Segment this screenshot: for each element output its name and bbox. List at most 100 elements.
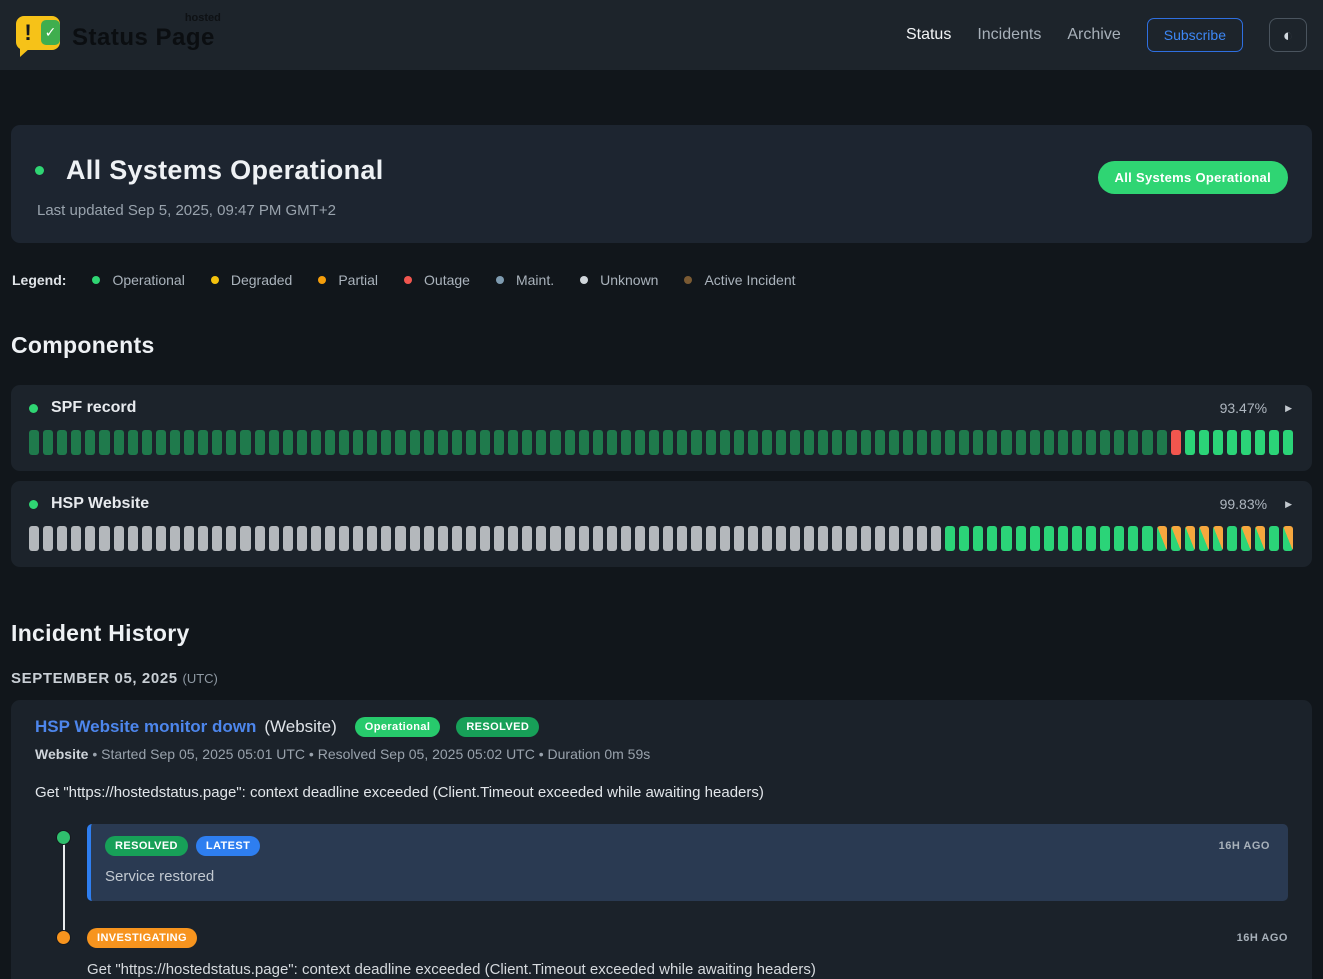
uptime-bar[interactable] — [1086, 430, 1096, 455]
uptime-bar[interactable] — [114, 526, 124, 551]
uptime-bar[interactable] — [1142, 526, 1152, 551]
uptime-bar[interactable] — [790, 430, 800, 455]
uptime-bar[interactable] — [156, 430, 166, 455]
uptime-bar[interactable] — [663, 526, 673, 551]
uptime-bar[interactable] — [677, 430, 687, 455]
uptime-bar[interactable] — [522, 430, 532, 455]
uptime-bar[interactable] — [424, 430, 434, 455]
uptime-bar[interactable] — [649, 526, 659, 551]
uptime-bar[interactable] — [198, 526, 208, 551]
nav-status[interactable]: Status — [906, 26, 951, 44]
uptime-bar[interactable] — [1171, 430, 1181, 455]
uptime-bar[interactable] — [325, 526, 335, 551]
uptime-bar[interactable] — [480, 430, 490, 455]
uptime-bar[interactable] — [1044, 430, 1054, 455]
uptime-bar[interactable] — [424, 526, 434, 551]
uptime-bar[interactable] — [846, 430, 856, 455]
uptime-bar[interactable] — [1016, 526, 1026, 551]
uptime-bar[interactable] — [720, 526, 730, 551]
uptime-bar[interactable] — [1114, 526, 1124, 551]
uptime-bar[interactable] — [156, 526, 166, 551]
uptime-bar[interactable] — [945, 430, 955, 455]
uptime-bar[interactable] — [395, 430, 405, 455]
uptime-bar[interactable] — [987, 430, 997, 455]
uptime-bar[interactable] — [128, 526, 138, 551]
uptime-bar[interactable] — [184, 526, 194, 551]
uptime-bar[interactable] — [1016, 430, 1026, 455]
uptime-bar[interactable] — [1058, 526, 1068, 551]
uptime-bar[interactable] — [1283, 526, 1293, 551]
uptime-bar[interactable] — [480, 526, 490, 551]
incident-title-link[interactable]: HSP Website monitor down — [35, 717, 256, 737]
uptime-bar[interactable] — [1171, 526, 1181, 551]
uptime-bar[interactable] — [198, 430, 208, 455]
uptime-bar[interactable] — [508, 526, 518, 551]
uptime-bar[interactable] — [832, 430, 842, 455]
uptime-bar[interactable] — [691, 526, 701, 551]
uptime-bar[interactable] — [861, 526, 871, 551]
uptime-bar[interactable] — [875, 430, 885, 455]
expand-arrow-icon[interactable]: ▶ — [1283, 497, 1294, 512]
uptime-bar[interactable] — [931, 430, 941, 455]
uptime-bar[interactable] — [255, 430, 265, 455]
uptime-bar[interactable] — [494, 430, 504, 455]
uptime-bar[interactable] — [438, 526, 448, 551]
uptime-bar[interactable] — [691, 430, 701, 455]
uptime-bar[interactable] — [142, 526, 152, 551]
uptime-bar[interactable] — [1001, 526, 1011, 551]
uptime-bar[interactable] — [1199, 526, 1209, 551]
uptime-bar[interactable] — [57, 430, 67, 455]
uptime-bar[interactable] — [1227, 526, 1237, 551]
nav-incidents[interactable]: Incidents — [977, 26, 1041, 44]
uptime-bar[interactable] — [677, 526, 687, 551]
uptime-bar[interactable] — [973, 430, 983, 455]
expand-arrow-icon[interactable]: ▶ — [1283, 401, 1294, 416]
uptime-bar[interactable] — [226, 526, 236, 551]
brand[interactable]: ! ✓ Status Page hosted — [16, 14, 215, 56]
uptime-bar[interactable] — [1100, 430, 1110, 455]
uptime-bar[interactable] — [85, 526, 95, 551]
uptime-bar[interactable] — [367, 526, 377, 551]
uptime-bar[interactable] — [762, 430, 772, 455]
uptime-bar[interactable] — [818, 430, 828, 455]
uptime-bar[interactable] — [1241, 526, 1251, 551]
uptime-bar[interactable] — [339, 430, 349, 455]
uptime-bar[interactable] — [565, 526, 575, 551]
uptime-bar[interactable] — [71, 430, 81, 455]
uptime-bar[interactable] — [818, 526, 828, 551]
uptime-bar[interactable] — [466, 430, 476, 455]
uptime-bar[interactable] — [1213, 430, 1223, 455]
uptime-bar[interactable] — [452, 526, 462, 551]
uptime-bar[interactable] — [1227, 430, 1237, 455]
uptime-bar[interactable] — [114, 430, 124, 455]
uptime-bar[interactable] — [353, 526, 363, 551]
uptime-bar[interactable] — [297, 526, 307, 551]
uptime-bar[interactable] — [861, 430, 871, 455]
nav-archive[interactable]: Archive — [1067, 26, 1120, 44]
uptime-bar[interactable] — [1086, 526, 1096, 551]
uptime-bar[interactable] — [1213, 526, 1223, 551]
uptime-bar[interactable] — [1058, 430, 1068, 455]
uptime-bar[interactable] — [99, 526, 109, 551]
uptime-bar[interactable] — [1142, 430, 1152, 455]
uptime-bar[interactable] — [903, 430, 913, 455]
uptime-bar[interactable] — [1157, 526, 1167, 551]
uptime-bar[interactable] — [565, 430, 575, 455]
uptime-bar[interactable] — [452, 430, 462, 455]
uptime-bar[interactable] — [917, 430, 927, 455]
uptime-bar[interactable] — [283, 526, 293, 551]
uptime-bar[interactable] — [649, 430, 659, 455]
uptime-bar[interactable] — [269, 430, 279, 455]
uptime-bar[interactable] — [536, 430, 546, 455]
uptime-bar[interactable] — [593, 430, 603, 455]
uptime-bar[interactable] — [1072, 526, 1082, 551]
uptime-bar[interactable] — [621, 430, 631, 455]
uptime-bar[interactable] — [804, 526, 814, 551]
uptime-bar[interactable] — [255, 526, 265, 551]
uptime-bar[interactable] — [776, 526, 786, 551]
uptime-bar[interactable] — [1269, 526, 1279, 551]
uptime-bar[interactable] — [297, 430, 307, 455]
uptime-bar[interactable] — [621, 526, 631, 551]
subscribe-button[interactable]: Subscribe — [1147, 18, 1243, 52]
uptime-bar[interactable] — [663, 430, 673, 455]
